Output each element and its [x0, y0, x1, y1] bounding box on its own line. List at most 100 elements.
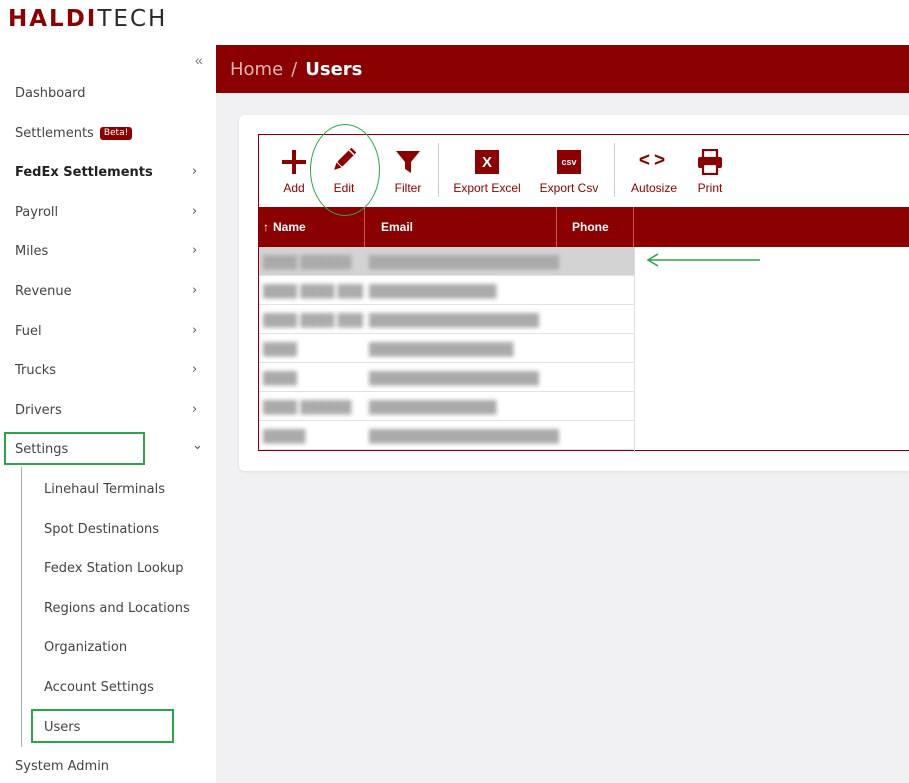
cell-email: ███████████████	[369, 283, 497, 298]
edit-highlight-circle	[310, 124, 380, 216]
cell-name: ████ ████ █████	[263, 312, 363, 327]
sidebar-subitem-fedex-station-lookup[interactable]: Fedex Station Lookup	[30, 549, 184, 587]
sidebar-subitem-label: Spot Destinations	[44, 521, 160, 537]
chevron-right-icon: ›	[192, 204, 198, 219]
code-brackets-icon: <>	[639, 135, 669, 175]
logo-rest: TECH	[97, 6, 168, 32]
sidebar-subitem-label: Fedex Station Lookup	[44, 560, 184, 576]
beta-badge: Beta!	[99, 126, 133, 140]
toolbar-divider	[614, 143, 615, 197]
column-header-email[interactable]: Email	[365, 207, 557, 247]
pointer-arrow-icon	[646, 253, 760, 267]
submenu-guide-line	[21, 467, 22, 747]
sidebar-collapse-button[interactable]: «	[195, 52, 203, 68]
filter-label: Filter	[394, 181, 422, 195]
sidebar-item-label: Miles	[15, 243, 49, 259]
excel-icon: X	[475, 135, 499, 175]
export-csv-label: Export Csv	[539, 181, 599, 195]
cell-name: ████	[263, 341, 298, 356]
cell-email: ███████████████	[369, 399, 497, 414]
sort-ascending-icon: ↑	[263, 220, 269, 234]
export-excel-label: Export Excel	[453, 181, 521, 195]
breadcrumb: Home / Users	[216, 45, 909, 93]
filter-button[interactable]: Filter	[390, 135, 426, 207]
sidebar-item-label: Dashboard	[15, 85, 86, 101]
table-row[interactable]: ████ █████████████████	[259, 334, 634, 363]
sidebar-item-miles[interactable]: Miles ›	[0, 232, 216, 270]
sidebar-item-revenue[interactable]: Revenue ›	[0, 272, 216, 310]
cell-email: ████████████████████	[369, 370, 540, 385]
settings-highlight-box	[4, 432, 145, 465]
sidebar-item-dashboard[interactable]: Dashboard	[0, 74, 216, 112]
sidebar-subitem-label: Organization	[44, 639, 128, 655]
sidebar-item-settlements[interactable]: Settlements Beta!	[0, 114, 216, 152]
column-divider	[634, 247, 635, 452]
chevron-right-icon: ›	[192, 323, 198, 338]
sidebar-item-system-admin[interactable]: System Admin	[0, 747, 216, 783]
sidebar-item-trucks[interactable]: Trucks ›	[0, 351, 216, 389]
column-header-label: Name	[273, 220, 306, 234]
table-row[interactable]: ████ ██████ ███████████████████████	[259, 247, 634, 276]
users-highlight-box	[31, 709, 174, 743]
chevron-right-icon: ›	[192, 362, 198, 377]
plus-icon	[281, 135, 307, 175]
chevron-right-icon: ›	[192, 164, 198, 179]
excel-icon-glyph: X	[475, 150, 499, 174]
table-row[interactable]: █████ ███████████████████████	[259, 421, 634, 450]
column-header-label: Email	[381, 220, 414, 234]
table-row[interactable]: ████ ██████ ███████████████	[259, 392, 634, 421]
chevron-right-icon: ›	[192, 283, 198, 298]
export-csv-button[interactable]: csv Export Csv	[536, 135, 602, 207]
sidebar-item-fedex-settlements[interactable]: FedEx Settlements ›	[0, 153, 216, 191]
export-excel-button[interactable]: X Export Excel	[451, 135, 523, 207]
sidebar-item-label: Payroll	[15, 204, 59, 220]
toolbar-divider	[438, 143, 439, 197]
breadcrumb-separator: /	[291, 58, 298, 80]
table-row[interactable]: ████ ████ ██████ ███████████████	[259, 276, 634, 305]
chevron-right-icon: ›	[192, 243, 198, 258]
csv-icon-glyph: csv	[557, 150, 581, 174]
logo: HALDITECH	[8, 6, 167, 32]
chevron-down-icon: ⌄	[192, 438, 203, 453]
autosize-label: Autosize	[630, 181, 678, 195]
sidebar-subitem-regions-and-locations[interactable]: Regions and Locations	[30, 589, 190, 627]
printer-icon	[697, 135, 723, 175]
cell-name: ████ ██████	[263, 254, 352, 269]
cell-email: ███████████████████████	[369, 428, 559, 443]
cell-email: ████████████████████	[369, 312, 540, 327]
sidebar-subitem-linehaul-terminals[interactable]: Linehaul Terminals	[30, 470, 165, 508]
sidebar-subitem-label: Regions and Locations	[44, 600, 190, 616]
add-button[interactable]: Add	[276, 135, 312, 207]
sidebar-subitem-account-settings[interactable]: Account Settings	[30, 668, 154, 706]
column-header-label: Phone	[572, 220, 609, 234]
cell-email: █████████████████	[369, 341, 514, 356]
table-row[interactable]: ████ ████ █████ ████████████████████	[259, 305, 634, 334]
add-label: Add	[283, 181, 305, 195]
cell-name: ████ ████ ██████	[263, 283, 363, 298]
sidebar-item-label: Trucks	[15, 362, 57, 378]
sidebar-item-drivers[interactable]: Drivers ›	[0, 391, 216, 429]
sidebar-subitem-label: Account Settings	[44, 679, 154, 695]
sidebar-subitem-label: Linehaul Terminals	[44, 481, 165, 497]
sidebar: « Dashboard Settlements Beta! FedEx Sett…	[0, 45, 216, 783]
table-row[interactable]: ████ ████████████████████	[259, 363, 634, 392]
sidebar-item-label: Fuel	[15, 323, 42, 339]
chevron-right-icon: ›	[192, 402, 198, 417]
filter-icon	[395, 135, 421, 175]
sidebar-subitem-organization[interactable]: Organization	[30, 628, 127, 666]
print-button[interactable]: Print	[692, 135, 728, 207]
sidebar-item-fuel[interactable]: Fuel ›	[0, 312, 216, 350]
sidebar-subitem-spot-destinations[interactable]: Spot Destinations	[30, 510, 159, 548]
cell-name: ████	[263, 370, 298, 385]
sidebar-item-label: Drivers	[15, 402, 62, 418]
sidebar-item-payroll[interactable]: Payroll ›	[0, 193, 216, 231]
print-label: Print	[697, 181, 723, 195]
csv-icon: csv	[557, 135, 581, 175]
autosize-icon-glyph: <>	[638, 150, 670, 171]
breadcrumb-home-link[interactable]: Home	[230, 59, 283, 80]
cell-name: █████	[263, 428, 306, 443]
sidebar-item-label: FedEx Settlements	[15, 164, 153, 180]
column-header-phone[interactable]: Phone	[557, 207, 634, 247]
autosize-button[interactable]: <> Autosize	[627, 135, 681, 207]
cell-name: ████ ██████	[263, 399, 352, 414]
